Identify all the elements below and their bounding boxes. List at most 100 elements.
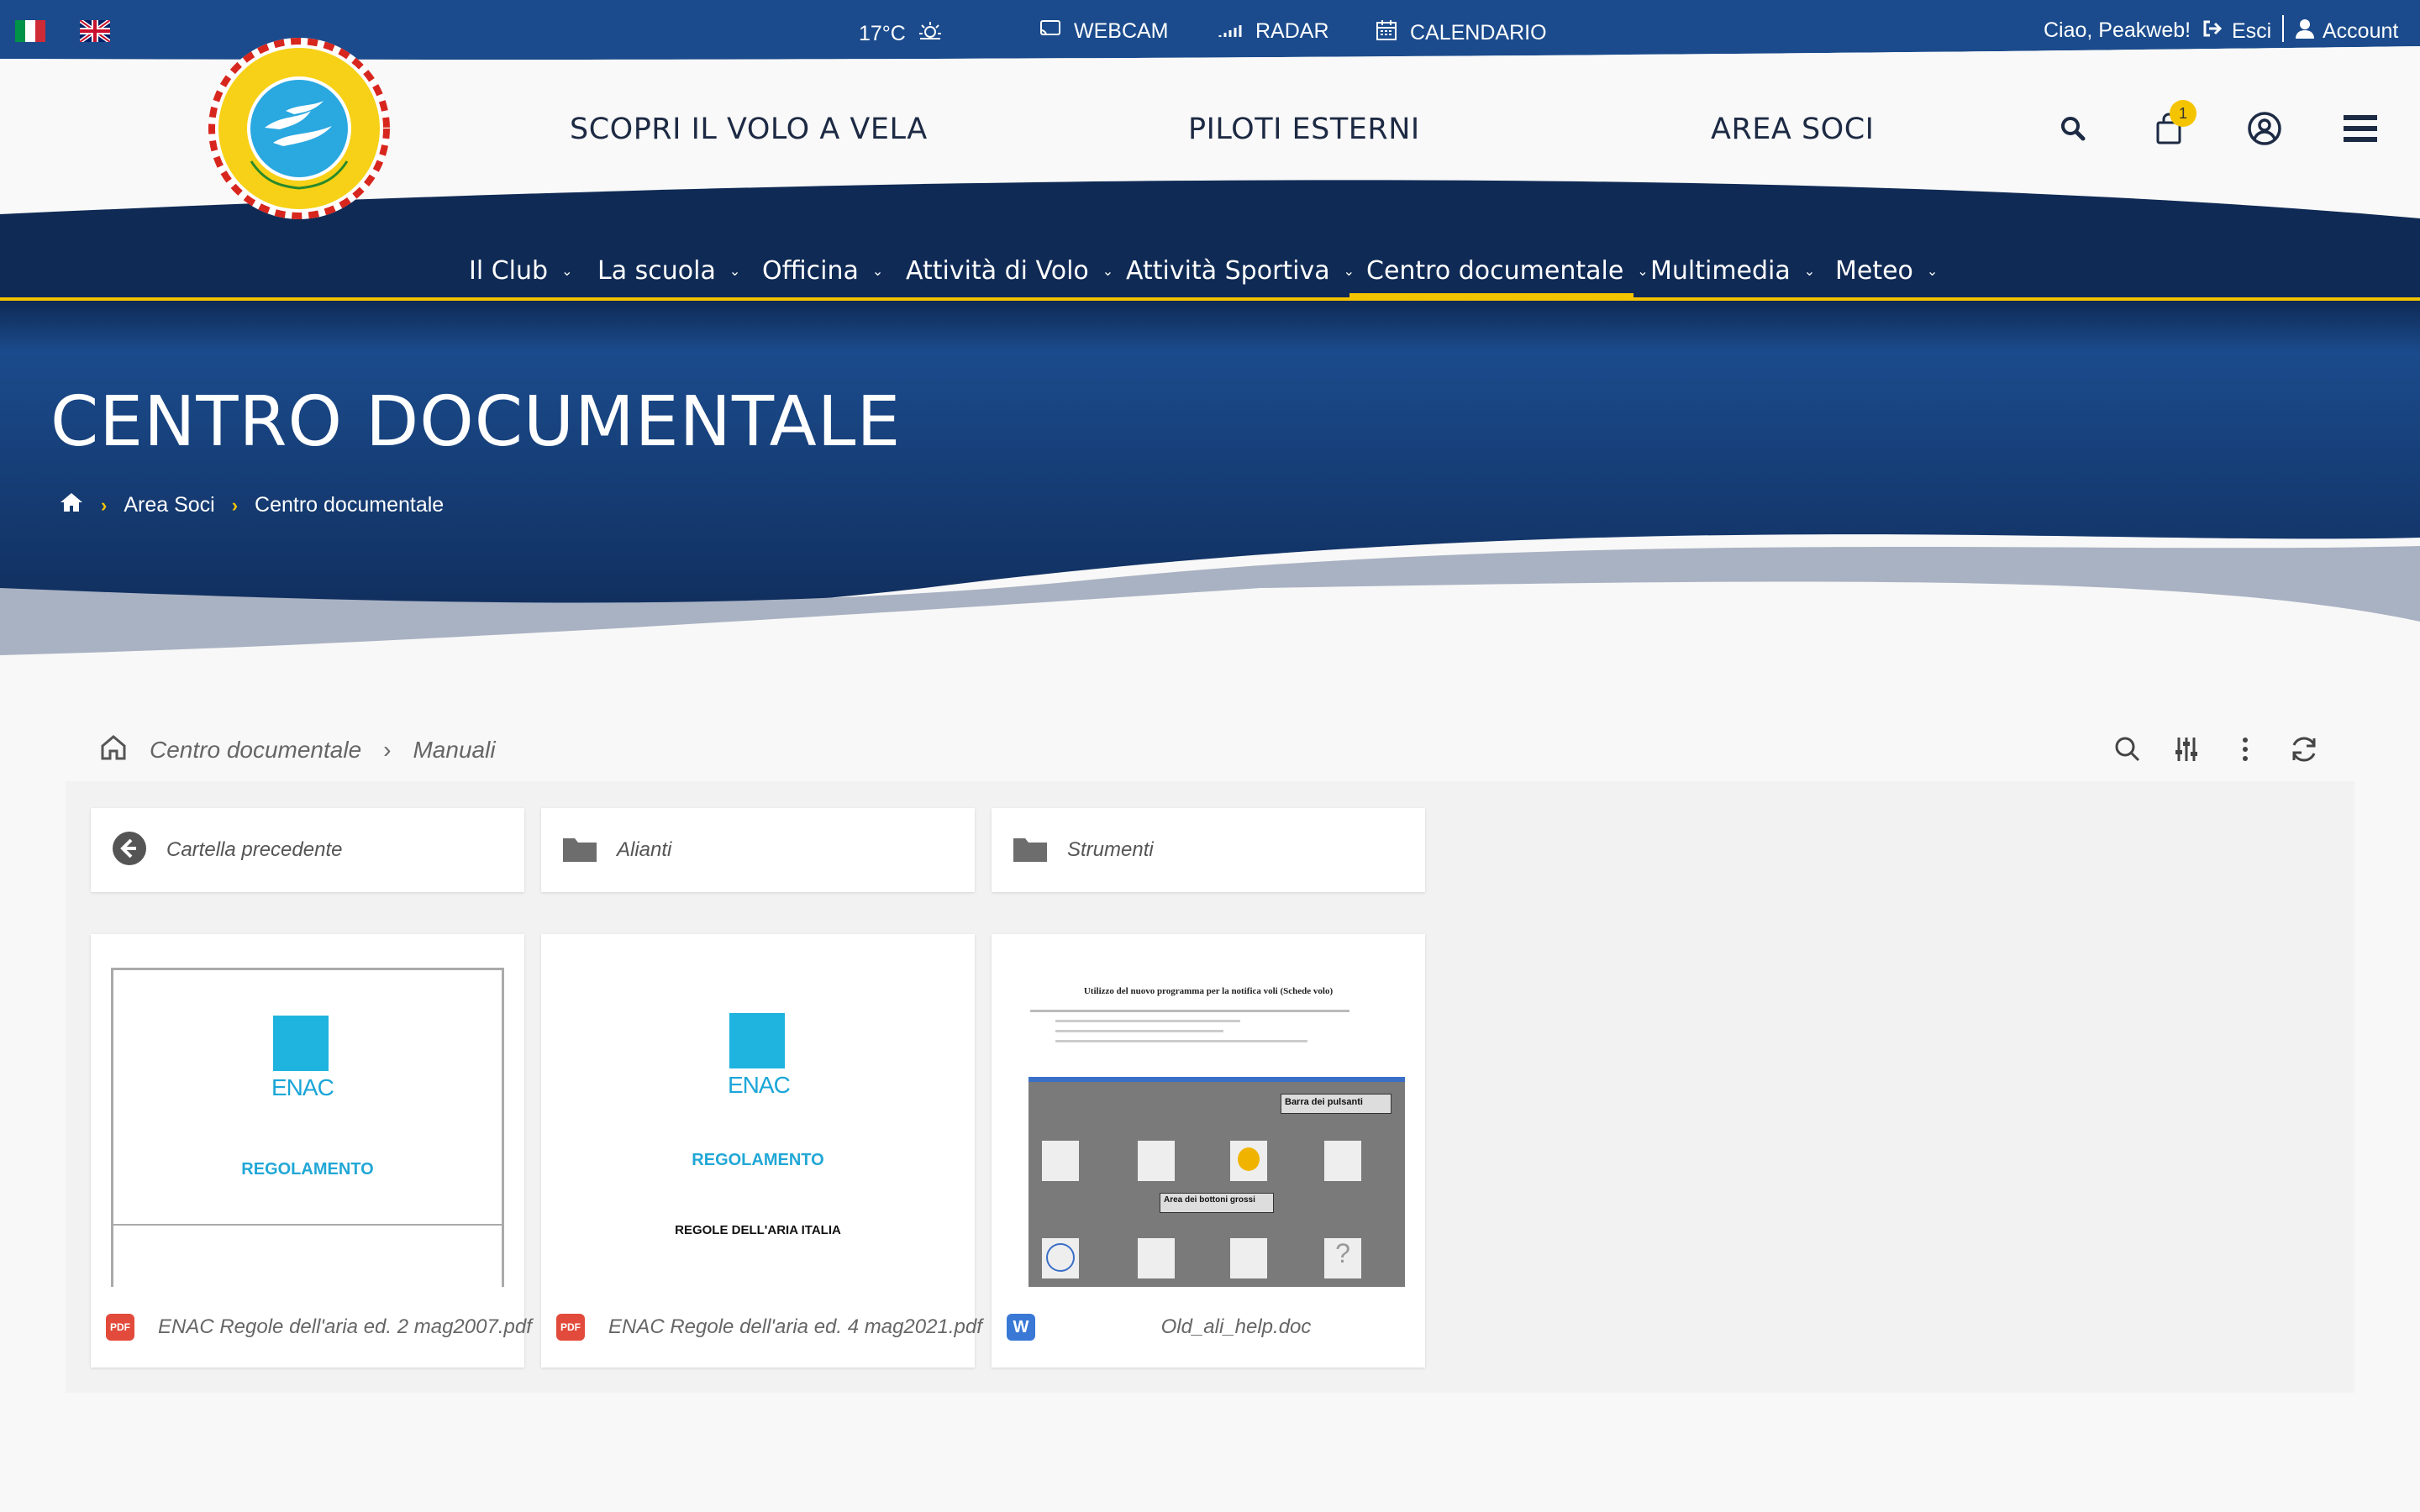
file-name: ENAC Regole dell'aria ed. 2 mag2007.pdf — [158, 1315, 532, 1338]
cart-count-badge: 1 — [2170, 100, 2196, 127]
enac-logo-icon — [273, 1016, 329, 1071]
home-icon[interactable] — [59, 491, 84, 519]
chevron-down-icon: ⌄ — [729, 262, 741, 279]
subnav-la-scuola[interactable]: La scuola ⌄ — [597, 240, 740, 301]
refresh-icon[interactable] — [2287, 732, 2321, 766]
file-card[interactable]: ENAC REGOLAMENTO REGOLE DELL'ARIA ITALIA… — [541, 934, 982, 1368]
folder-path: Centro documentale › Manuali — [66, 733, 496, 768]
folder-strumenti[interactable]: Strumenti — [992, 808, 1425, 892]
pdf-icon: PDF — [556, 1314, 585, 1341]
chevron-down-icon: ⌄ — [561, 262, 573, 279]
file-grid: Cartella precedente Alianti Strumenti EN… — [66, 781, 2354, 1393]
chevron-down-icon: ⌄ — [1926, 262, 1939, 279]
club-logo[interactable] — [206, 35, 392, 222]
subnav-label: Multimedia — [1650, 255, 1791, 286]
logout-link[interactable]: Esci — [2202, 18, 2271, 45]
file-card[interactable]: ENAC REGOLAMENTO PDF ENAC Regole dell'ar… — [91, 934, 532, 1368]
subnav-meteo[interactable]: Meteo ⌄ — [1835, 240, 1938, 301]
thumb-title: REGOLAMENTO — [692, 1151, 824, 1169]
nav-piloti-esterni[interactable]: PILOTI ESTERNI — [1188, 113, 1420, 146]
subnav-officina[interactable]: Officina ⌄ — [762, 240, 883, 301]
greeting-label: Ciao, Peakweb! — [2044, 18, 2191, 42]
file-thumbnail: ENAC REGOLAMENTO — [111, 968, 504, 1287]
folder-alianti[interactable]: Alianti — [541, 808, 975, 892]
subnav-label: Il Club — [469, 255, 549, 286]
account-link[interactable]: Account — [2296, 18, 2398, 45]
enac-logo-icon — [729, 1013, 785, 1068]
page-title: CENTRO DOCUMENTALE — [50, 382, 902, 462]
nav-scopri-volo-a-vela[interactable]: SCOPRI IL VOLO A VELA — [570, 113, 928, 146]
chevron-right-icon: › — [231, 494, 239, 516]
folder-back[interactable]: Cartella precedente — [91, 808, 524, 892]
user-icon — [2296, 18, 2314, 45]
site-header: 17°C WEBCAM RADAR CALENDARIO Ciao, Peakw… — [0, 0, 2420, 655]
path-centro-documentale[interactable]: Centro documentale — [150, 737, 361, 764]
folder-label: Alianti — [617, 838, 672, 861]
weather-widget: 17°C — [859, 20, 943, 48]
file-thumbnail: Utilizzo del nuovo programma per la noti… — [1012, 968, 1405, 1287]
thumb-subtitle: REGOLE DELL'ARIA ITALIA — [675, 1223, 841, 1237]
logout-label: Esci — [2232, 19, 2272, 43]
file-name: Old_ali_help.doc — [1160, 1315, 1312, 1338]
logout-icon — [2202, 18, 2223, 45]
nav-area-soci[interactable]: AREA SOCI — [1711, 113, 1874, 146]
thumb-logo-text: ENAC — [728, 1072, 791, 1098]
subnav-attivita-sportiva[interactable]: Attività Sportiva ⌄ — [1126, 240, 1355, 301]
active-nav-underline — [1349, 293, 1634, 299]
cast-icon — [1039, 18, 1062, 45]
radar-link[interactable]: RADAR — [1217, 18, 1329, 45]
thumb-callout: Area dei bottoni grossi — [1160, 1193, 1274, 1213]
home-outline-icon[interactable] — [99, 733, 128, 768]
webcam-link[interactable]: WEBCAM — [1039, 18, 1169, 45]
webcam-label: WEBCAM — [1074, 19, 1169, 43]
partly-cloudy-icon — [918, 20, 943, 48]
subnav-multimedia[interactable]: Multimedia ⌄ — [1650, 240, 1815, 301]
path-manuali[interactable]: Manuali — [413, 737, 495, 764]
subnav-label: Centro documentale — [1366, 255, 1624, 286]
italian-flag-icon[interactable] — [15, 20, 45, 42]
file-name: ENAC Regole dell'aria ed. 4 mag2021.pdf — [608, 1315, 982, 1338]
search-icon[interactable] — [2054, 109, 2092, 148]
sliders-icon[interactable] — [2170, 732, 2203, 766]
search-icon[interactable] — [2111, 732, 2144, 766]
chevron-down-icon: ⌄ — [1102, 262, 1114, 279]
chevron-down-icon: ⌄ — [1803, 262, 1816, 279]
calendar-label: CALENDARIO — [1410, 21, 1547, 45]
folder-icon — [561, 833, 598, 868]
chevron-down-icon: ⌄ — [871, 262, 884, 279]
folder-icon — [1012, 833, 1049, 868]
subnav-attivita-di-volo[interactable]: Attività di Volo ⌄ — [906, 240, 1113, 301]
pdf-icon: PDF — [106, 1314, 134, 1341]
chevron-down-icon: ⌄ — [1343, 262, 1355, 279]
calendar-icon — [1375, 18, 1398, 48]
chevron-right-icon: › — [101, 494, 108, 516]
temperature-text: 17°C — [859, 22, 906, 45]
thumb-logo-text: ENAC — [271, 1074, 334, 1100]
thumb-text-lines — [1030, 1010, 1383, 1050]
thumb-callout: Barra dei pulsanti — [1281, 1094, 1392, 1114]
user-circle-icon[interactable] — [2245, 109, 2284, 148]
hamburger-icon[interactable] — [2341, 109, 2380, 148]
back-arrow-icon — [111, 830, 148, 871]
account-label: Account — [2323, 19, 2399, 43]
folder-label: Cartella precedente — [166, 838, 343, 861]
subnav-il-club[interactable]: Il Club ⌄ — [469, 240, 572, 301]
subnav-label: Attività Sportiva — [1126, 255, 1330, 286]
file-card[interactable]: Utilizzo del nuovo programma per la noti… — [992, 934, 1425, 1368]
more-vertical-icon[interactable] — [2228, 732, 2262, 766]
word-doc-icon: W — [1007, 1314, 1035, 1341]
file-manager-tools — [2111, 732, 2321, 766]
radar-label: RADAR — [1255, 19, 1329, 43]
breadcrumb-centro-documentale[interactable]: Centro documentale — [255, 493, 444, 517]
subnav-label: Meteo — [1835, 255, 1913, 286]
signal-icon — [1217, 18, 1244, 45]
folder-label: Strumenti — [1067, 838, 1154, 861]
chevron-down-icon: ⌄ — [1637, 262, 1649, 279]
calendar-link[interactable]: CALENDARIO — [1375, 18, 1547, 48]
english-flag-icon[interactable] — [80, 20, 110, 42]
breadcrumb: › Area Soci › Centro documentale — [59, 491, 444, 519]
file-name-row: PDF ENAC Regole dell'aria ed. 4 mag2021.… — [541, 1312, 982, 1342]
breadcrumb-area-soci[interactable]: Area Soci — [124, 493, 214, 517]
subnav-centro-documentale[interactable]: Centro documentale ⌄ — [1366, 240, 1649, 301]
file-manager-toolbar: Centro documentale › Manuali — [66, 721, 2354, 780]
